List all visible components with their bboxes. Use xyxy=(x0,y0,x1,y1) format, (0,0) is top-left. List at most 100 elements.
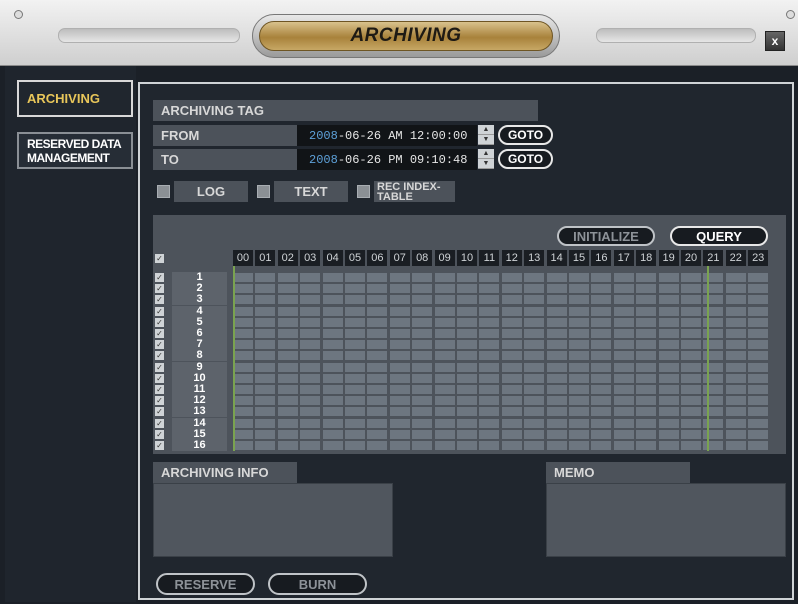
to-goto-button[interactable]: GOTO xyxy=(498,149,553,169)
grid-cell[interactable] xyxy=(277,306,298,316)
grid-cell[interactable] xyxy=(367,418,388,428)
grid-cell[interactable] xyxy=(412,373,433,383)
grid-cell[interactable] xyxy=(300,396,321,406)
grid-cell[interactable] xyxy=(434,396,455,406)
channel-checkbox-16[interactable]: ✓ xyxy=(155,441,164,450)
grid-cell[interactable] xyxy=(345,396,365,406)
grid-cell[interactable] xyxy=(412,429,433,439)
channel-checkbox-8[interactable]: ✓ xyxy=(155,351,164,361)
grid-cell[interactable] xyxy=(479,329,500,338)
grid-cell[interactable] xyxy=(636,418,657,428)
grid-cell[interactable] xyxy=(277,441,298,450)
grid-cell[interactable] xyxy=(546,441,567,450)
spinner-up-icon[interactable]: ▲ xyxy=(478,125,494,135)
grid-cell[interactable] xyxy=(658,385,679,394)
grid-cell[interactable] xyxy=(457,441,477,450)
grid-cell[interactable] xyxy=(367,362,388,372)
grid-cell[interactable] xyxy=(591,407,612,417)
grid-cell[interactable] xyxy=(681,418,701,428)
grid-cell[interactable] xyxy=(524,273,545,282)
grid-cell[interactable] xyxy=(546,329,567,338)
grid-cell[interactable] xyxy=(569,407,589,417)
grid-cell[interactable] xyxy=(389,362,410,372)
grid-cell[interactable] xyxy=(367,407,388,417)
grid-cell[interactable] xyxy=(658,362,679,372)
channel-checkbox-14[interactable]: ✓ xyxy=(155,418,164,428)
grid-cell[interactable] xyxy=(613,441,634,450)
grid-cell[interactable] xyxy=(748,284,769,294)
grid-cell[interactable] xyxy=(389,429,410,439)
grid-cell[interactable] xyxy=(479,373,500,383)
grid-cell[interactable] xyxy=(322,407,343,417)
grid-cell[interactable] xyxy=(479,295,500,305)
grid-cell[interactable] xyxy=(636,295,657,305)
grid-cell[interactable] xyxy=(322,306,343,316)
grid-cell[interactable] xyxy=(255,351,276,361)
grid-cell[interactable] xyxy=(524,329,545,338)
grid-cell[interactable] xyxy=(681,340,701,350)
grid-cell[interactable] xyxy=(501,329,522,338)
grid-cell[interactable] xyxy=(636,407,657,417)
grid-cell[interactable] xyxy=(345,362,365,372)
grid-cell[interactable] xyxy=(681,429,701,439)
grid-cell[interactable] xyxy=(703,429,724,439)
grid-cell[interactable] xyxy=(412,385,433,394)
grid-cell[interactable] xyxy=(345,340,365,350)
grid-cell[interactable] xyxy=(748,407,769,417)
grid-cell[interactable] xyxy=(636,351,657,361)
grid-cell[interactable] xyxy=(569,362,589,372)
close-button[interactable]: x xyxy=(765,31,785,51)
grid-cell[interactable] xyxy=(322,273,343,282)
grid-cell[interactable] xyxy=(703,441,724,450)
grid-cell[interactable] xyxy=(479,385,500,394)
grid-cell[interactable] xyxy=(233,362,253,372)
grid-cell[interactable] xyxy=(434,441,455,450)
grid-cell[interactable] xyxy=(613,340,634,350)
grid-cell[interactable] xyxy=(613,306,634,316)
channel-checkbox-2[interactable]: ✓ xyxy=(155,284,164,294)
grid-cell[interactable] xyxy=(479,273,500,282)
spinner-down-icon[interactable]: ▼ xyxy=(478,135,494,145)
grid-cell[interactable] xyxy=(591,317,612,327)
grid-cell[interactable] xyxy=(345,429,365,439)
grid-cell[interactable] xyxy=(255,396,276,406)
grid-cell[interactable] xyxy=(591,418,612,428)
grid-cell[interactable] xyxy=(658,329,679,338)
grid-cell[interactable] xyxy=(300,351,321,361)
grid-cell[interactable] xyxy=(412,329,433,338)
burn-button[interactable]: BURN xyxy=(268,573,367,595)
grid-cell[interactable] xyxy=(524,396,545,406)
grid-cell[interactable] xyxy=(233,284,253,294)
grid-cell[interactable] xyxy=(613,385,634,394)
channel-checkbox-1[interactable]: ✓ xyxy=(155,273,164,282)
grid-cell[interactable] xyxy=(255,306,276,316)
grid-cell[interactable] xyxy=(233,317,253,327)
grid-cell[interactable] xyxy=(703,407,724,417)
grid-cell[interactable] xyxy=(255,284,276,294)
grid-cell[interactable] xyxy=(277,429,298,439)
grid-cell[interactable] xyxy=(457,340,477,350)
grid-cell[interactable] xyxy=(524,429,545,439)
grid-cell[interactable] xyxy=(479,407,500,417)
grid-cell[interactable] xyxy=(300,317,321,327)
grid-cell[interactable] xyxy=(389,306,410,316)
grid-cell[interactable] xyxy=(457,407,477,417)
archiving-tag-input[interactable] xyxy=(297,100,538,121)
grid-cell[interactable] xyxy=(546,407,567,417)
channel-checkbox-3[interactable]: ✓ xyxy=(155,295,164,305)
grid-cell[interactable] xyxy=(501,362,522,372)
grid-cell[interactable] xyxy=(681,373,701,383)
grid-cell[interactable] xyxy=(725,284,746,294)
grid-cell[interactable] xyxy=(457,362,477,372)
grid-cell[interactable] xyxy=(546,306,567,316)
grid-cell[interactable] xyxy=(569,340,589,350)
grid-cell[interactable] xyxy=(613,284,634,294)
grid-cell[interactable] xyxy=(501,396,522,406)
grid-cell[interactable] xyxy=(501,351,522,361)
grid-cell[interactable] xyxy=(658,273,679,282)
grid-cell[interactable] xyxy=(591,362,612,372)
grid-cell[interactable] xyxy=(748,418,769,428)
grid-cell[interactable] xyxy=(434,373,455,383)
grid-cell[interactable] xyxy=(613,429,634,439)
grid-cell[interactable] xyxy=(501,306,522,316)
